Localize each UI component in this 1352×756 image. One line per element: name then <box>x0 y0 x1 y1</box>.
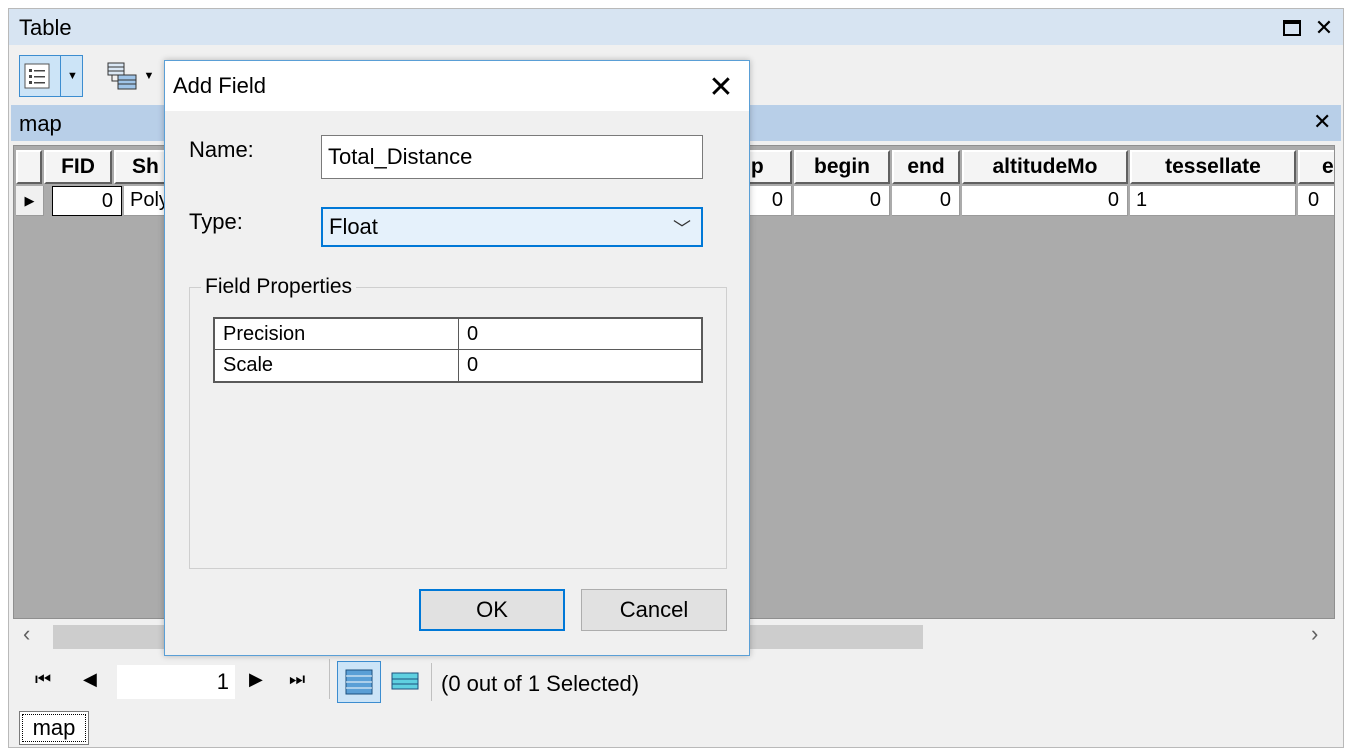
column-header[interactable]: FID <box>44 150 112 184</box>
table-cell[interactable]: 0 <box>962 186 1128 216</box>
field-type-select[interactable]: Float ﹀ <box>321 207 703 247</box>
ok-button[interactable]: OK <box>419 589 565 631</box>
chevron-down-icon: ﹀ <box>673 219 691 239</box>
name-label: Name: <box>189 137 254 162</box>
separator <box>431 663 432 701</box>
show-selected-records-button[interactable] <box>387 663 423 699</box>
related-tables-icon <box>106 61 138 91</box>
type-label: Type: <box>189 209 243 234</box>
first-record-icon[interactable]: ⏮ <box>35 669 51 690</box>
show-selected-records-icon <box>391 672 419 690</box>
record-navigation: ⏮ ◀ ▶ ⏭ (0 out of 1 Selected) <box>13 657 1343 707</box>
row-selector-header <box>16 150 42 184</box>
field-name-input[interactable] <box>321 135 703 179</box>
row-selector-arrow-icon[interactable]: ▶ <box>16 186 44 216</box>
chevron-down-icon: ▼ <box>60 56 78 96</box>
field-properties-label: Field Properties <box>201 275 357 299</box>
window-title: Table <box>19 15 72 40</box>
show-all-records-button[interactable] <box>337 661 381 703</box>
scroll-left-icon[interactable]: ‹ <box>23 621 30 647</box>
close-icon[interactable]: ✕ <box>1311 15 1337 41</box>
column-header[interactable]: tessellate <box>1130 150 1296 184</box>
close-icon[interactable]: ✕ <box>1313 109 1331 135</box>
current-record-input[interactable] <box>117 665 235 699</box>
cancel-button[interactable]: Cancel <box>581 589 727 631</box>
next-record-icon[interactable]: ▶ <box>249 669 263 690</box>
dialog-titlebar[interactable]: Add Field ✕ <box>165 61 749 111</box>
window-titlebar[interactable]: Table ✕ <box>9 9 1343 45</box>
table-cell[interactable]: 0 <box>1298 186 1334 216</box>
table-cell[interactable]: 1 <box>1130 186 1296 216</box>
table-cell[interactable]: 0 <box>52 186 122 216</box>
table-options-icon <box>24 63 50 89</box>
add-field-dialog: Add Field ✕ Name: Type: Float ﹀ Field Pr… <box>164 60 750 656</box>
column-header[interactable]: altitudeMo <box>962 150 1128 184</box>
table-name: map <box>19 111 62 136</box>
field-type-value: Float <box>329 214 378 239</box>
scroll-right-icon[interactable]: › <box>1311 621 1318 647</box>
table-cell[interactable]: 0 <box>794 186 890 216</box>
column-header[interactable]: end <box>892 150 960 184</box>
chevron-down-icon: ▼ <box>143 70 155 82</box>
property-name: Scale <box>215 350 459 381</box>
column-header[interactable]: ex <box>1298 150 1334 184</box>
column-header[interactable]: begin <box>794 150 890 184</box>
table-tab-map[interactable]: map <box>19 711 89 745</box>
close-icon[interactable]: ✕ <box>703 69 739 105</box>
table-options-button[interactable]: ▼ <box>19 55 83 97</box>
related-tables-button[interactable]: ▼ <box>101 57 159 95</box>
separator <box>329 659 330 699</box>
property-value[interactable]: 0 <box>459 350 701 381</box>
previous-record-icon[interactable]: ◀ <box>83 669 97 690</box>
last-record-icon[interactable]: ⏭ <box>289 669 305 690</box>
dialog-title: Add Field <box>173 73 266 98</box>
maximize-icon[interactable] <box>1279 15 1305 41</box>
table-cell[interactable]: 0 <box>892 186 960 216</box>
field-properties-table: Precision 0 Scale 0 <box>213 317 703 383</box>
property-value[interactable]: 0 <box>459 319 701 350</box>
property-name: Precision <box>215 319 459 350</box>
show-all-records-icon <box>345 669 373 695</box>
selection-status: (0 out of 1 Selected) <box>441 671 640 696</box>
